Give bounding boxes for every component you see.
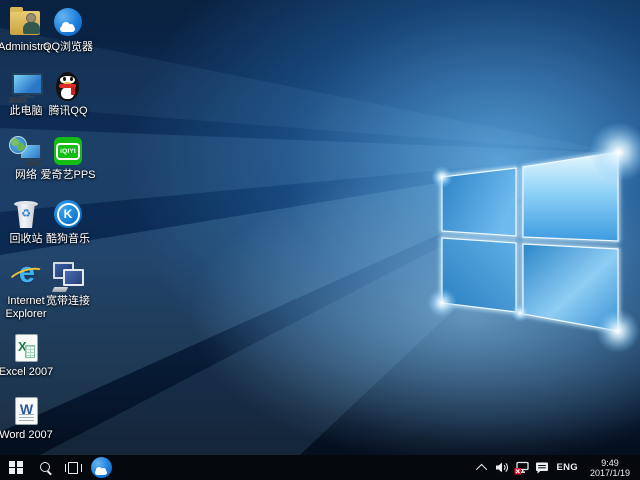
- icon-label: 腾讯QQ: [40, 105, 96, 118]
- desktop-icon-iqiyi-pps[interactable]: iQIYI 爱奇艺PPS: [40, 134, 96, 182]
- clock-time: 9:49: [590, 458, 630, 468]
- icon-label: Excel 2007: [0, 366, 54, 379]
- windows-desktop-screen: Administra... 此电脑 网络 ♻ 回收站 e Inte: [0, 0, 640, 480]
- recycle-bin-icon: ♻: [9, 198, 43, 232]
- desktop-icon-kugou-music[interactable]: K 酷狗音乐: [40, 198, 96, 246]
- system-tray: ENG 9:49 2017/1/19: [475, 455, 640, 480]
- broadband-connection-icon: [51, 260, 85, 294]
- desktop-wallpaper: Administra... 此电脑 网络 ♻ 回收站 e Inte: [0, 0, 640, 455]
- administrator-folder-icon: [9, 6, 43, 40]
- network-disconnected-icon: [514, 461, 529, 475]
- taskbar: ENG 9:49 2017/1/19: [0, 455, 640, 480]
- network-status-button[interactable]: [513, 455, 531, 480]
- desktop-icon-broadband[interactable]: 宽带连接: [40, 260, 96, 308]
- volume-button[interactable]: [493, 455, 511, 480]
- icon-label: QQ浏览器: [40, 41, 96, 54]
- iqiyi-pps-icon: iQIYI: [51, 134, 85, 168]
- desktop-icon-tencent-qq[interactable]: 腾讯QQ: [40, 70, 96, 118]
- speaker-icon: [495, 461, 509, 474]
- task-view-button[interactable]: [58, 455, 86, 480]
- task-view-icon: [65, 462, 80, 474]
- desktop-icon-excel-2007[interactable]: X Excel 2007: [0, 331, 54, 379]
- excel-icon: X: [9, 331, 43, 365]
- start-button[interactable]: [0, 455, 32, 480]
- kugou-music-icon: K: [51, 198, 85, 232]
- tencent-qq-icon: [51, 70, 85, 104]
- taskbar-qq-browser-button[interactable]: [86, 455, 116, 480]
- icon-label: Word 2007: [0, 429, 54, 442]
- search-button[interactable]: [32, 455, 58, 480]
- this-pc-icon: [9, 70, 43, 104]
- qq-browser-icon: [91, 457, 112, 478]
- language-indicator[interactable]: ENG: [553, 455, 583, 480]
- action-center-icon: [535, 461, 549, 474]
- chevron-up-icon: [475, 463, 486, 474]
- clock[interactable]: 9:49 2017/1/19: [584, 455, 636, 480]
- light-beams: [0, 28, 640, 455]
- clock-date: 2017/1/19: [590, 468, 630, 478]
- word-icon: W: [9, 394, 43, 428]
- hero-wallpaper-graphic: [0, 0, 640, 455]
- desktop-icon-qq-browser[interactable]: QQ浏览器: [40, 6, 96, 54]
- windows-start-icon: [9, 461, 23, 475]
- qq-browser-icon: [51, 6, 85, 40]
- search-icon: [39, 461, 52, 474]
- tray-overflow-button[interactable]: [475, 455, 491, 480]
- icon-label: 宽带连接: [40, 295, 96, 308]
- internet-explorer-icon: e: [9, 260, 43, 294]
- icon-label: 爱奇艺PPS: [40, 169, 96, 182]
- taskbar-left-group: [0, 455, 116, 480]
- network-icon: [9, 134, 43, 168]
- icon-label: 酷狗音乐: [40, 233, 96, 246]
- action-center-button[interactable]: [533, 455, 551, 480]
- desktop-icon-word-2007[interactable]: W Word 2007: [0, 394, 54, 442]
